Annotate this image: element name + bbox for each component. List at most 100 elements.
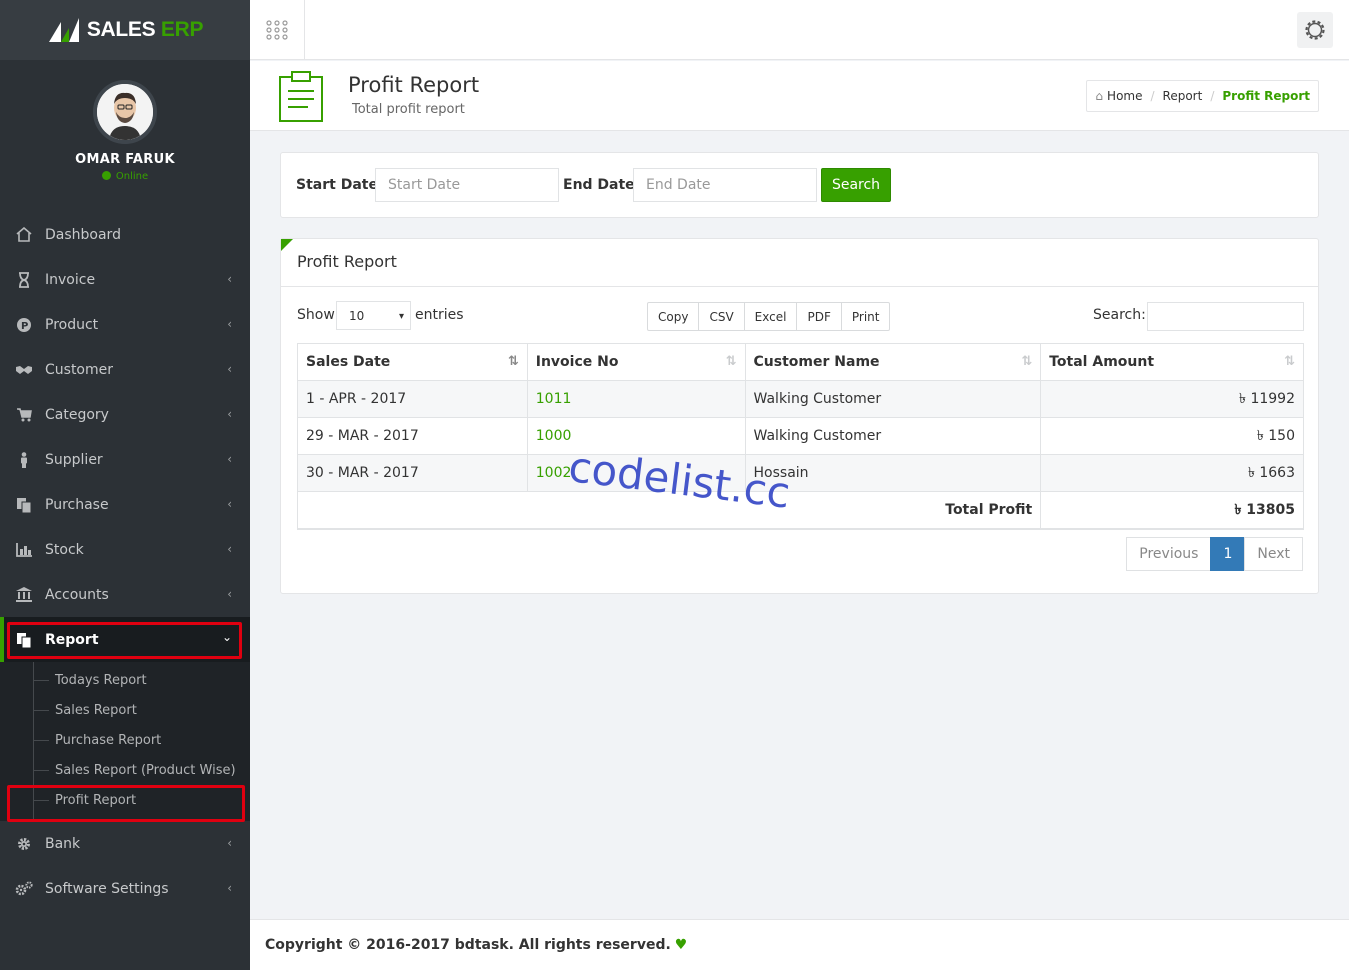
- brand-logo[interactable]: SALES ERP: [0, 0, 250, 60]
- apps-grid-button[interactable]: [250, 0, 305, 60]
- export-buttons: Copy CSV Excel PDF Print: [647, 302, 891, 331]
- sidebar-item-label: Product: [45, 316, 99, 333]
- divider: [281, 286, 1318, 287]
- sidebar-item-bank[interactable]: Bank ‹: [0, 821, 250, 866]
- user-status: Online: [0, 171, 250, 182]
- sidebar-item-category[interactable]: Category ‹: [0, 392, 250, 437]
- show-label: Show: [297, 307, 335, 323]
- chevron-left-icon: ‹: [227, 497, 232, 511]
- gear-icon: [14, 836, 34, 852]
- avatar-image: [97, 84, 153, 140]
- cell-amount: ৳ 150: [1040, 417, 1304, 455]
- sidebar-item-label: Supplier: [45, 451, 103, 468]
- sort-icon: ⇅: [1284, 354, 1295, 369]
- gear-icon: [1305, 20, 1325, 40]
- profit-report-panel: Profit Report Show 10 entries Copy CSV E…: [280, 238, 1319, 594]
- breadcrumb-report[interactable]: Report: [1163, 89, 1203, 103]
- breadcrumb-home[interactable]: Home: [1107, 89, 1142, 103]
- previous-page-button[interactable]: Previous: [1126, 537, 1212, 571]
- start-date-input[interactable]: Start Date: [375, 168, 559, 202]
- excel-button[interactable]: Excel: [743, 302, 798, 331]
- highlight-box-report: [7, 622, 242, 659]
- sidebar-item-customer[interactable]: Customer ‹: [0, 347, 250, 392]
- sidebar-item-invoice[interactable]: Invoice ‹: [0, 257, 250, 302]
- sidebar-item-stock[interactable]: Stock ‹: [0, 527, 250, 572]
- entries-label: entries: [415, 307, 464, 323]
- pagination: Previous 1 Next: [1126, 537, 1303, 571]
- chevron-left-icon: ‹: [227, 881, 232, 895]
- footer: Copyright © 2016-2017 bdtask. All rights…: [250, 919, 1349, 970]
- table-row: 29 - MAR - 2017 1000 Walking Customer ৳ …: [297, 417, 1304, 455]
- chevron-left-icon: ‹: [227, 317, 232, 331]
- csv-button[interactable]: CSV: [698, 302, 745, 331]
- sidebar-item-dashboard[interactable]: Dashboard: [0, 212, 250, 257]
- cell-date: 29 - MAR - 2017: [297, 417, 528, 455]
- sidebar-item-software-settings[interactable]: Software Settings ‹: [0, 866, 250, 911]
- end-date-label: End Date:: [563, 177, 641, 193]
- entries-select[interactable]: 10: [336, 301, 411, 331]
- table-header-row: Sales Date ⇅ Invoice No ⇅ Customer Name ⇅ T…: [297, 343, 1304, 381]
- column-header-customer-name[interactable]: Customer Name ⇅: [744, 343, 1042, 381]
- sidebar-item-product[interactable]: P Product ‹: [0, 302, 250, 347]
- panel-title: Profit Report: [297, 252, 397, 271]
- column-header-sales-date[interactable]: Sales Date ⇅: [297, 343, 528, 381]
- next-page-button[interactable]: Next: [1244, 537, 1303, 571]
- submenu-item-todays-report[interactable]: Todays Report: [0, 665, 250, 695]
- search-button[interactable]: Search: [821, 168, 891, 202]
- sidebar-item-purchase[interactable]: Purchase ‹: [0, 482, 250, 527]
- cell-date: 1 - APR - 2017: [297, 380, 528, 418]
- cell-amount: ৳ 11992: [1040, 380, 1304, 418]
- chevron-left-icon: ‹: [227, 452, 232, 466]
- pdf-button[interactable]: PDF: [796, 302, 842, 331]
- page-subtitle: Total profit report: [352, 102, 465, 117]
- grid-icon: [266, 20, 288, 40]
- user-name: OMAR FARUK: [75, 152, 175, 167]
- avatar[interactable]: [93, 80, 157, 144]
- brand-name: SALES ERP: [86, 18, 204, 41]
- column-header-invoice-no[interactable]: Invoice No ⇅: [526, 343, 746, 381]
- submenu-item-sales-report[interactable]: Sales Report: [0, 695, 250, 725]
- table-search-input[interactable]: [1147, 302, 1304, 331]
- sort-icon: ⇅: [725, 354, 737, 369]
- svg-text:P: P: [21, 321, 28, 332]
- total-row: Total Profit ৳ 13805: [296, 491, 1304, 530]
- sidebar-item-label: Invoice: [45, 271, 96, 288]
- date-filter-panel: Start Date: Start Date End Date: End Dat…: [280, 152, 1319, 218]
- page-1-button[interactable]: 1: [1210, 537, 1246, 571]
- breadcrumb-separator: /: [1210, 89, 1215, 103]
- sort-asc-icon: ⇅: [507, 354, 519, 369]
- breadcrumb-separator: /: [1150, 89, 1155, 103]
- sidebar: SALES ERP OMAR FARUK Online Dashboard In…: [0, 0, 250, 970]
- sidebar-item-label: Dashboard: [45, 226, 121, 243]
- top-navbar: [250, 0, 1349, 60]
- column-header-total-amount[interactable]: Total Amount ⇅: [1040, 343, 1304, 381]
- hourglass-icon: [14, 271, 34, 288]
- clipboard-icon: [278, 71, 324, 127]
- handshake-icon: [14, 362, 34, 378]
- breadcrumb-current: Profit Report: [1222, 89, 1310, 103]
- product-icon: P: [14, 317, 34, 333]
- settings-button[interactable]: [1297, 12, 1333, 48]
- logo-icon: [48, 18, 79, 42]
- sidebar-item-supplier[interactable]: Supplier ‹: [0, 437, 250, 482]
- sidebar-item-label: Category: [45, 406, 109, 423]
- person-icon: [14, 451, 34, 468]
- end-date-input[interactable]: End Date: [633, 168, 817, 202]
- sidebar-item-label: Accounts: [45, 586, 109, 603]
- print-button[interactable]: Print: [840, 302, 891, 331]
- profit-table: Sales Date ⇅ Invoice No ⇅ Customer Name ⇅ T…: [296, 343, 1304, 530]
- table-search-label: Search:: [1093, 307, 1146, 323]
- submenu-item-sales-report-product-wise[interactable]: Sales Report (Product Wise): [0, 755, 250, 785]
- chevron-left-icon: ‹: [227, 542, 232, 556]
- sidebar-item-accounts[interactable]: Accounts ‹: [0, 572, 250, 617]
- chevron-left-icon: ‹: [227, 272, 232, 286]
- invoice-link[interactable]: 1011: [526, 380, 746, 418]
- sort-icon: ⇅: [1021, 354, 1033, 369]
- page-title: Profit Report: [348, 73, 480, 97]
- table-row: 30 - MAR - 2017 1002 Hossain ৳ 1663: [297, 454, 1304, 492]
- copy-button[interactable]: Copy: [647, 302, 700, 331]
- bank-icon: [14, 587, 34, 603]
- submenu-item-purchase-report[interactable]: Purchase Report: [0, 725, 250, 755]
- sidebar-item-label: Stock: [45, 541, 84, 558]
- user-panel: OMAR FARUK Online: [0, 60, 250, 210]
